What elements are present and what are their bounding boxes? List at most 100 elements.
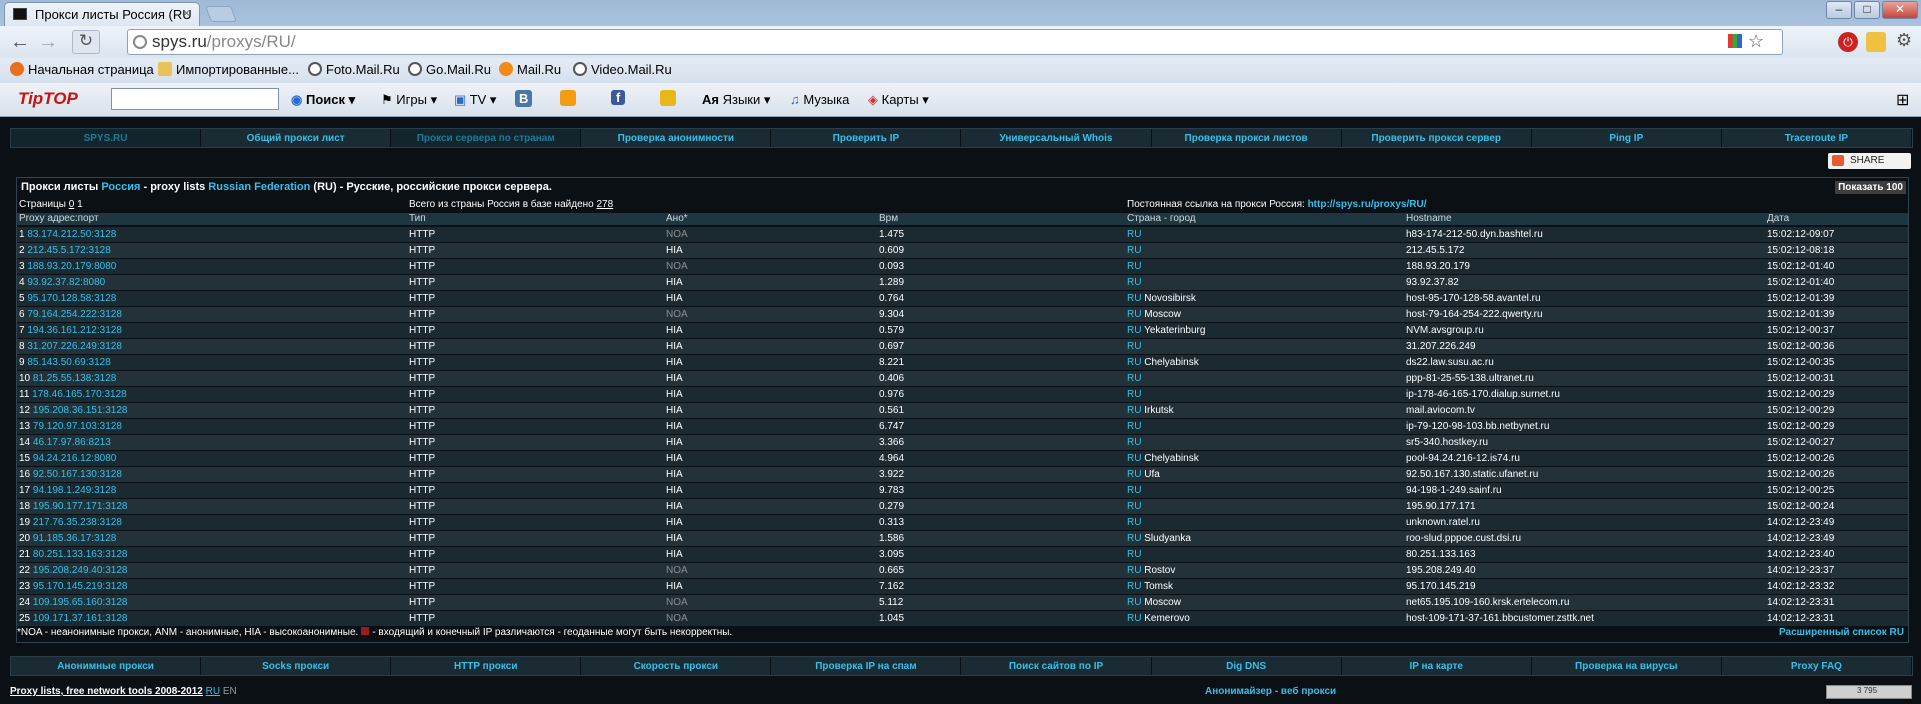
proxy-address-link[interactable]: 83.174.212.50:3128	[27, 229, 116, 240]
proxy-address-link[interactable]: 195.208.249.40:3128	[33, 565, 128, 576]
country-link[interactable]: RU	[1127, 293, 1141, 304]
country-link[interactable]: RU	[1127, 485, 1141, 496]
country-link[interactable]: RU	[1127, 421, 1141, 432]
proxy-address-link[interactable]: 31.207.226.249:3128	[27, 341, 122, 352]
mail-agent-icon[interactable]	[660, 90, 676, 106]
country-link[interactable]: RU	[1127, 245, 1141, 256]
proxy-address-link[interactable]: 81.25.55.138:3128	[33, 373, 116, 384]
country-link[interactable]: RU	[1127, 597, 1141, 608]
bottom-nav-virus-check[interactable]: Проверка на вирусы	[1531, 657, 1722, 675]
show-100-button[interactable]: Показать 100	[1835, 181, 1906, 194]
bookmark-foto[interactable]: Foto.Mail.Ru	[308, 62, 400, 77]
bottom-nav-faq[interactable]: Proxy FAQ	[1721, 657, 1912, 675]
nav-check-lists[interactable]: Проверка прокси листов	[1151, 129, 1342, 147]
visit-counter[interactable]: 3 795	[1826, 685, 1912, 699]
tiptop-search-input[interactable]	[111, 88, 279, 110]
permalink-url[interactable]: http://spys.ru/proxys/RU/	[1308, 199, 1427, 210]
country-link[interactable]: RU	[1127, 405, 1141, 416]
bottom-nav-socks[interactable]: Socks прокси	[201, 657, 392, 675]
facebook-icon[interactable]: f	[611, 90, 626, 105]
proxy-address-link[interactable]: 79.120.97.103:3128	[33, 421, 122, 432]
music-menu[interactable]: ♫ Музыка	[790, 92, 849, 107]
page-link-1[interactable]: 1	[77, 199, 83, 210]
tv-menu[interactable]: ▣ TV ▾	[454, 92, 496, 108]
bottom-nav-http[interactable]: HTTP прокси	[391, 657, 582, 675]
bottom-nav-ip-map[interactable]: IP на карте	[1341, 657, 1532, 675]
back-icon[interactable]: ←	[8, 31, 32, 54]
country-link[interactable]: RU	[1127, 261, 1141, 272]
country-link[interactable]: RU	[1127, 325, 1141, 336]
odnoklassniki-icon[interactable]	[560, 90, 576, 106]
country-link[interactable]: RU	[1127, 389, 1141, 400]
proxy-address-link[interactable]: 94.24.216.12:8080	[33, 453, 116, 464]
proxy-address-link[interactable]: 178.46.165.170:3128	[32, 389, 127, 400]
close-window-button[interactable]: ✕	[1882, 1, 1918, 19]
proxy-address-link[interactable]: 94.198.1.249:3128	[33, 485, 116, 496]
country-link[interactable]: RU	[1127, 469, 1141, 480]
reload-icon[interactable]: ↻	[72, 30, 100, 54]
bookmark-home[interactable]: Начальная страница	[10, 62, 154, 77]
bottom-nav-sites-by-ip[interactable]: Поиск сайтов по IP	[961, 657, 1152, 675]
adblock-icon[interactable]: ⏻	[1838, 32, 1858, 52]
total-count-link[interactable]: 278	[597, 199, 614, 210]
proxy-address-link[interactable]: 79.164.254.222:3128	[27, 309, 122, 320]
nav-check-ip[interactable]: Проверить IP	[771, 129, 962, 147]
country-link[interactable]: RU	[1127, 277, 1141, 288]
nav-by-country[interactable]: Прокси сервера по странам	[391, 129, 582, 147]
tiptop-search-button[interactable]: ◉ Поиск ▾	[291, 92, 355, 108]
address-bar[interactable]: spys.ru/proxys/RU/ ☆	[127, 29, 1783, 55]
proxy-address-link[interactable]: 195.208.36.151:3128	[33, 405, 128, 416]
country-link[interactable]: RU	[1127, 229, 1141, 240]
anonymizer-link[interactable]: Анонимайзер - веб прокси	[1205, 686, 1336, 697]
bookmark-video[interactable]: Video.Mail.Ru	[573, 62, 672, 77]
bookmark-imported[interactable]: Импортированные...	[158, 62, 299, 77]
add-button-icon[interactable]: ⊞	[1896, 90, 1909, 110]
maps-menu[interactable]: ◈ Карты ▾	[868, 92, 929, 108]
nav-spys[interactable]: SPYS.RU	[11, 129, 202, 147]
bottom-nav-dig-dns[interactable]: Dig DNS	[1151, 657, 1342, 675]
bookmark-go[interactable]: Go.Mail.Ru	[408, 62, 491, 77]
proxy-address-link[interactable]: 195.90.177.171:3128	[33, 501, 128, 512]
country-link[interactable]: RU	[1127, 613, 1141, 624]
wrench-icon[interactable]: ⚙	[1896, 30, 1912, 51]
country-link[interactable]: RU	[1127, 437, 1141, 448]
country-link[interactable]: RU	[1127, 341, 1141, 352]
share-button[interactable]: SHARE	[1828, 153, 1911, 169]
languages-menu[interactable]: Ая Языки ▾	[702, 92, 770, 108]
minimize-button[interactable]: –	[1826, 1, 1852, 19]
country-link[interactable]: RU	[1127, 373, 1141, 384]
proxy-address-link[interactable]: 92.50.167.130:3128	[33, 469, 122, 480]
tab-close-icon[interactable]: ×	[183, 6, 190, 20]
nav-traceroute[interactable]: Traceroute IP	[1721, 129, 1912, 147]
page-link-0[interactable]: 0	[69, 199, 75, 210]
country-link[interactable]: RU	[1127, 309, 1141, 320]
proxy-address-link[interactable]: 80.251.133.163:3128	[33, 549, 128, 560]
vk-button[interactable]: В	[515, 90, 533, 107]
bottom-nav-speed[interactable]: Скорость прокси	[581, 657, 772, 675]
country-link[interactable]: RU	[1127, 453, 1141, 464]
new-tab-button[interactable]	[205, 6, 237, 22]
proxy-address-link[interactable]: 109.195.65.160:3128	[33, 597, 128, 608]
bottom-nav-anonymous[interactable]: Анонимные прокси	[11, 657, 202, 675]
extension-icon[interactable]	[1728, 34, 1742, 48]
country-link[interactable]: RU	[1127, 517, 1141, 528]
proxy-address-link[interactable]: 91.185.36.17:3128	[33, 533, 116, 544]
extension-2-icon[interactable]	[1866, 32, 1886, 52]
country-link[interactable]: RU	[1127, 357, 1141, 368]
country-link[interactable]: Россия	[101, 181, 140, 193]
nav-anonymity-check[interactable]: Проверка анонимности	[581, 129, 772, 147]
lang-ru-link[interactable]: RU	[206, 686, 220, 697]
forward-icon[interactable]: →	[36, 31, 60, 54]
bottom-nav-spam-check[interactable]: Проверка IP на спам	[771, 657, 962, 675]
country-link[interactable]: RU	[1127, 565, 1141, 576]
maximize-button[interactable]: □	[1854, 1, 1880, 19]
lang-en-link[interactable]: EN	[223, 686, 237, 697]
proxy-address-link[interactable]: 217.76.35.238:3128	[33, 517, 122, 528]
country-link[interactable]: RU	[1127, 533, 1141, 544]
nav-whois[interactable]: Универсальный Whois	[961, 129, 1152, 147]
nav-ping[interactable]: Ping IP	[1531, 129, 1722, 147]
country-link[interactable]: RU	[1127, 549, 1141, 560]
games-menu[interactable]: ⚑ Игры ▾	[381, 92, 437, 108]
bookmark-star-icon[interactable]: ☆	[1748, 31, 1764, 52]
proxy-address-link[interactable]: 95.170.145.219:3128	[33, 581, 128, 592]
